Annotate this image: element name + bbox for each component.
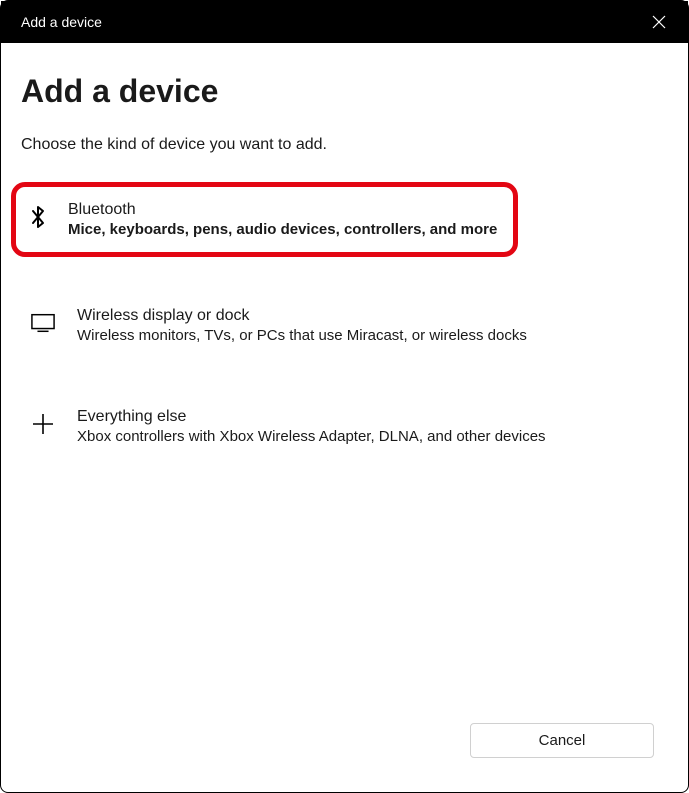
close-button[interactable] xyxy=(650,13,668,31)
dialog-content: Add a device Choose the kind of device y… xyxy=(1,43,688,792)
close-icon xyxy=(652,15,666,29)
option-bluetooth-title: Bluetooth xyxy=(68,201,497,219)
option-everything-desc: Xbox controllers with Xbox Wireless Adap… xyxy=(77,428,546,445)
titlebar-title: Add a device xyxy=(21,14,102,30)
cancel-button[interactable]: Cancel xyxy=(470,723,654,758)
plus-icon xyxy=(31,412,55,436)
page-subtitle: Choose the kind of device you want to ad… xyxy=(21,136,668,154)
bluetooth-icon xyxy=(26,205,50,229)
page-title: Add a device xyxy=(21,73,668,110)
option-wireless-display[interactable]: Wireless display or dock Wireless monito… xyxy=(21,293,668,358)
option-wireless-title: Wireless display or dock xyxy=(77,307,527,325)
device-options: Bluetooth Mice, keyboards, pens, audio d… xyxy=(21,182,668,459)
option-wireless-text: Wireless display or dock Wireless monito… xyxy=(77,307,527,344)
option-wireless-desc: Wireless monitors, TVs, or PCs that use … xyxy=(77,327,527,344)
option-everything-else[interactable]: Everything else Xbox controllers with Xb… xyxy=(21,394,668,459)
titlebar: Add a device xyxy=(1,1,688,43)
option-everything-title: Everything else xyxy=(77,408,546,426)
option-everything-text: Everything else Xbox controllers with Xb… xyxy=(77,408,546,445)
option-bluetooth-text: Bluetooth Mice, keyboards, pens, audio d… xyxy=(68,201,497,238)
monitor-icon xyxy=(31,311,55,335)
option-bluetooth[interactable]: Bluetooth Mice, keyboards, pens, audio d… xyxy=(11,182,518,257)
option-bluetooth-desc: Mice, keyboards, pens, audio devices, co… xyxy=(68,221,497,238)
dialog-footer: Cancel xyxy=(21,723,668,772)
